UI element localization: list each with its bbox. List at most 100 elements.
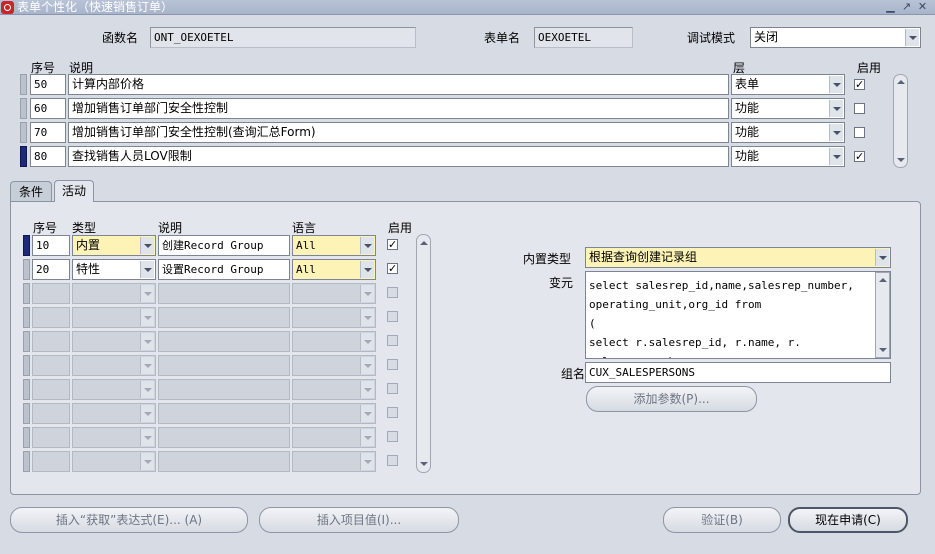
group-name-field[interactable]: CUX_SALESPERSONS xyxy=(585,362,891,383)
row-indicator[interactable] xyxy=(23,307,30,328)
chevron-down-icon[interactable] xyxy=(360,381,374,398)
rule-seq-field[interactable]: 70 xyxy=(30,122,66,143)
action-language-select[interactable]: All xyxy=(292,259,376,280)
chevron-down-icon[interactable] xyxy=(360,429,374,446)
action-language-select[interactable] xyxy=(292,283,376,304)
chevron-down-icon[interactable] xyxy=(140,453,154,470)
chevron-down-icon[interactable] xyxy=(829,100,843,117)
insert-get-expression-button[interactable]: 插入“获取”表达式(E)... (A) xyxy=(10,507,248,533)
argument-textarea[interactable]: select salesrep_id,name,salesrep_number,… xyxy=(585,271,891,359)
rule-enabled-checkbox[interactable] xyxy=(854,127,865,138)
action-type-select[interactable] xyxy=(72,451,156,472)
scroll-down-icon[interactable] xyxy=(878,345,888,355)
rule-seq-field[interactable]: 60 xyxy=(30,98,66,119)
action-enabled-checkbox[interactable] xyxy=(387,455,398,466)
row-indicator[interactable] xyxy=(20,98,27,119)
action-type-select[interactable] xyxy=(72,403,156,424)
action-type-select[interactable] xyxy=(72,307,156,328)
rule-level-select[interactable]: 功能 xyxy=(731,122,845,143)
action-type-select[interactable] xyxy=(72,427,156,448)
rule-seq-field[interactable]: 50 xyxy=(30,74,66,95)
action-enabled-checkbox[interactable] xyxy=(387,311,398,322)
chevron-down-icon[interactable] xyxy=(360,405,374,422)
row-indicator[interactable] xyxy=(23,355,30,376)
rule-enabled-checkbox[interactable]: ✓ xyxy=(854,79,865,90)
scroll-up-icon[interactable] xyxy=(896,77,906,87)
rule-desc-field[interactable]: 计算内部价格 xyxy=(68,74,729,95)
action-seq-field[interactable] xyxy=(32,451,70,472)
minimize-icon[interactable]: ▁ xyxy=(884,1,897,14)
action-language-select[interactable] xyxy=(292,379,376,400)
action-language-select[interactable] xyxy=(292,355,376,376)
rule-enabled-checkbox[interactable] xyxy=(854,103,865,114)
action-type-select[interactable] xyxy=(72,283,156,304)
row-indicator[interactable] xyxy=(23,331,30,352)
action-desc-field[interactable] xyxy=(158,355,290,376)
chevron-down-icon[interactable] xyxy=(360,237,374,254)
row-indicator[interactable] xyxy=(23,235,30,256)
chevron-down-icon[interactable] xyxy=(140,405,154,422)
row-indicator[interactable] xyxy=(23,427,30,448)
scroll-down-icon[interactable] xyxy=(419,459,429,469)
chevron-down-icon[interactable] xyxy=(360,261,374,278)
rule-seq-field[interactable]: 80 xyxy=(30,146,66,167)
action-type-select[interactable]: 内置 xyxy=(72,235,156,256)
maximize-icon[interactable]: ↗ xyxy=(900,1,913,14)
chevron-down-icon[interactable] xyxy=(140,381,154,398)
action-desc-field[interactable]: 设置Record Group xyxy=(158,259,290,280)
action-enabled-checkbox[interactable] xyxy=(387,431,398,442)
validate-button[interactable]: 验证(B) xyxy=(663,507,781,533)
builtin-type-select[interactable]: 根据查询创建记录组 xyxy=(585,247,891,268)
action-seq-field[interactable]: 20 xyxy=(32,259,70,280)
action-enabled-checkbox[interactable] xyxy=(387,383,398,394)
chevron-down-icon[interactable] xyxy=(360,309,374,326)
row-indicator[interactable] xyxy=(23,283,30,304)
chevron-down-icon[interactable] xyxy=(140,261,154,278)
action-seq-field[interactable] xyxy=(32,307,70,328)
chevron-down-icon[interactable] xyxy=(140,333,154,350)
scroll-up-icon[interactable] xyxy=(419,238,429,248)
chevron-down-icon[interactable] xyxy=(140,429,154,446)
actions-scrollbar[interactable] xyxy=(416,234,431,473)
action-seq-field[interactable]: 10 xyxy=(32,235,70,256)
row-indicator[interactable] xyxy=(23,259,30,280)
row-indicator[interactable] xyxy=(23,403,30,424)
action-desc-field[interactable] xyxy=(158,331,290,352)
action-enabled-checkbox[interactable] xyxy=(387,407,398,418)
rule-level-select[interactable]: 表单 xyxy=(731,74,845,95)
action-seq-field[interactable] xyxy=(32,379,70,400)
action-enabled-checkbox[interactable]: ✓ xyxy=(387,263,398,274)
row-indicator[interactable] xyxy=(23,379,30,400)
chevron-down-icon[interactable] xyxy=(829,76,843,93)
rule-enabled-checkbox[interactable]: ✓ xyxy=(854,151,865,162)
action-seq-field[interactable] xyxy=(32,355,70,376)
action-language-select[interactable]: All xyxy=(292,235,376,256)
action-enabled-checkbox[interactable] xyxy=(387,335,398,346)
action-desc-field[interactable] xyxy=(158,283,290,304)
row-indicator[interactable] xyxy=(20,74,27,95)
add-parameter-button[interactable]: 添加参数(P)... xyxy=(586,386,757,412)
action-language-select[interactable] xyxy=(292,451,376,472)
chevron-down-icon[interactable] xyxy=(360,285,374,302)
scroll-up-icon[interactable] xyxy=(878,275,888,285)
row-indicator[interactable] xyxy=(20,146,27,167)
scroll-down-icon[interactable] xyxy=(896,155,906,165)
tab-conditions[interactable]: 条件 xyxy=(10,181,52,201)
row-indicator[interactable] xyxy=(23,451,30,472)
chevron-down-icon[interactable] xyxy=(140,285,154,302)
action-language-select[interactable] xyxy=(292,403,376,424)
chevron-down-icon[interactable] xyxy=(360,453,374,470)
action-language-select[interactable] xyxy=(292,307,376,328)
action-language-select[interactable] xyxy=(292,427,376,448)
chevron-down-icon[interactable] xyxy=(140,237,154,254)
action-enabled-checkbox[interactable] xyxy=(387,287,398,298)
debug-mode-select[interactable]: 关闭 xyxy=(750,27,921,48)
action-seq-field[interactable] xyxy=(32,403,70,424)
apply-now-button[interactable]: 现在申请(C) xyxy=(788,507,908,533)
chevron-down-icon[interactable] xyxy=(360,333,374,350)
action-type-select[interactable]: 特性 xyxy=(72,259,156,280)
insert-item-value-button[interactable]: 插入项目值(I)... xyxy=(259,507,459,533)
action-type-select[interactable] xyxy=(72,379,156,400)
function-name-field[interactable]: ONT_OEXOETEL xyxy=(150,27,416,48)
row-indicator[interactable] xyxy=(20,122,27,143)
